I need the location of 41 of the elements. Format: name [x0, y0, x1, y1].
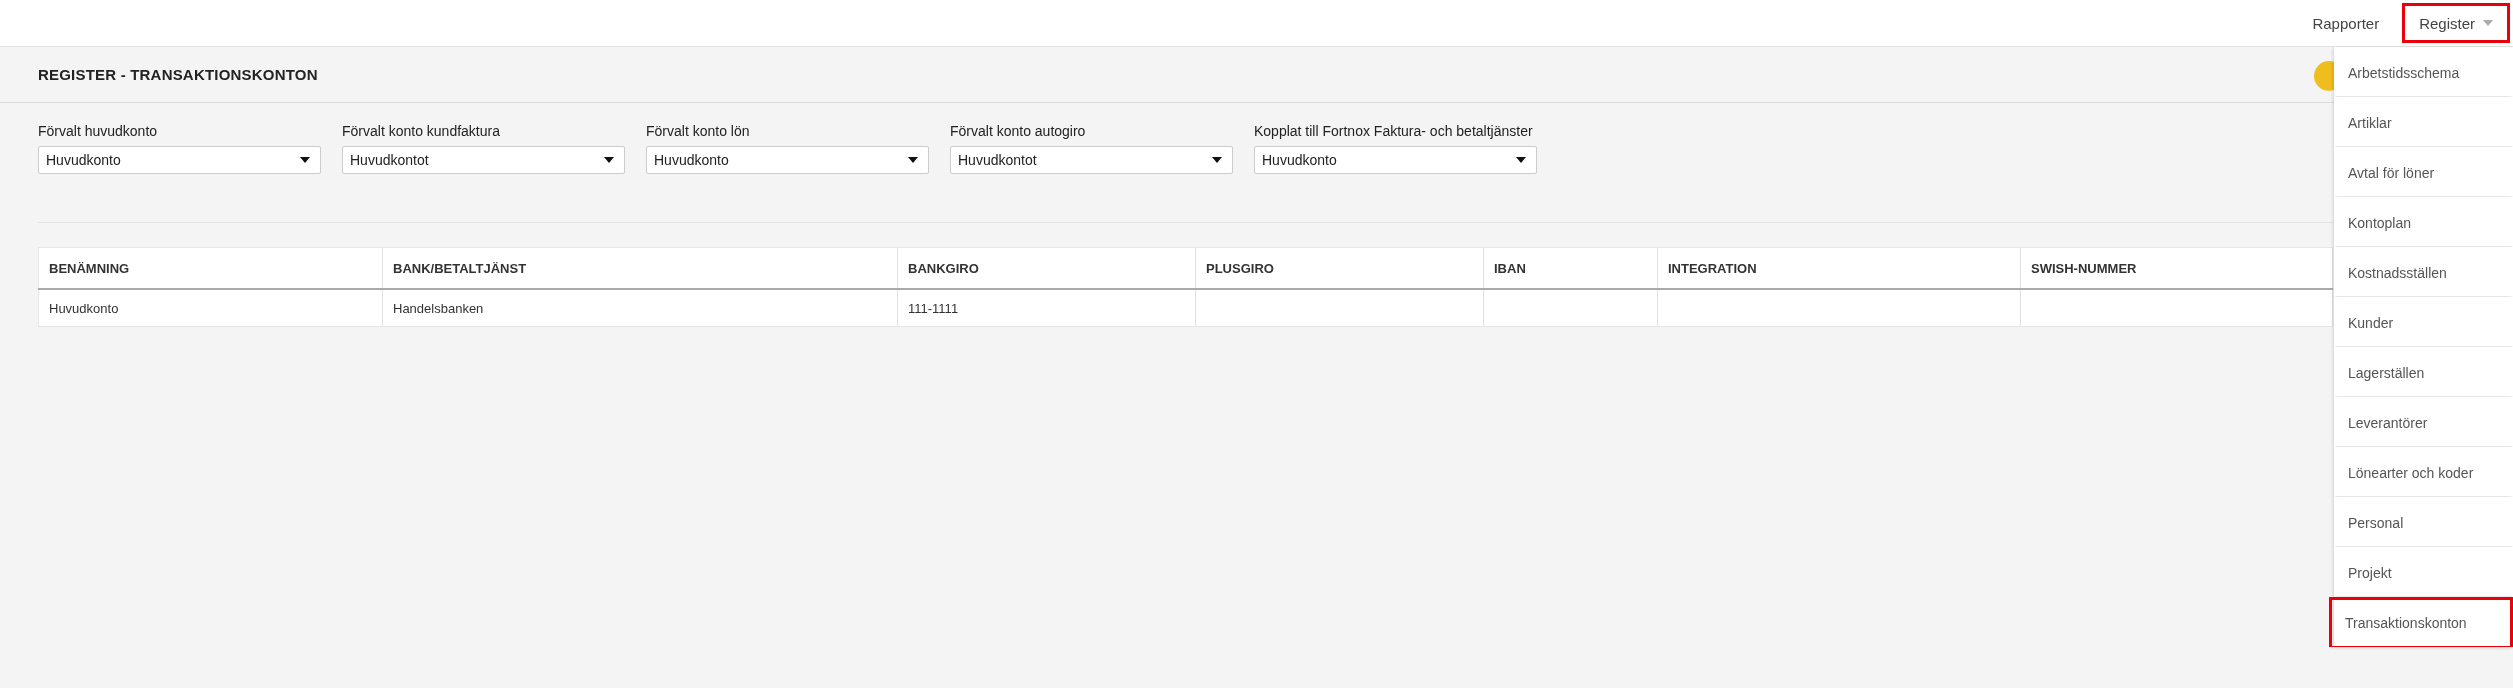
caret-icon: [604, 157, 614, 163]
select-field[interactable]: Huvudkontot: [950, 146, 1233, 174]
column-header[interactable]: BENÄMNING: [38, 247, 383, 289]
menu-item[interactable]: Lönearter och koder: [2334, 447, 2513, 497]
column-header[interactable]: SWISH-NUMMER: [2020, 247, 2333, 289]
select-field[interactable]: Huvudkonto: [1254, 146, 1537, 174]
field-label: Förvalt konto autogiro: [950, 123, 1087, 139]
menu-item[interactable]: Leverantörer: [2334, 397, 2513, 447]
menu-item[interactable]: Transaktionskonton: [2329, 597, 2513, 647]
select-field[interactable]: Huvudkontot: [342, 146, 625, 174]
menu-item[interactable]: Kostnadsställen: [2334, 247, 2513, 297]
field-label: Förvalt konto kundfaktura: [342, 123, 501, 139]
column-header[interactable]: BANKGIRO: [897, 247, 1196, 289]
caret-icon: [908, 157, 918, 163]
field-label: Kopplat till Fortnox Faktura- och betaltjänster: [1254, 123, 1534, 139]
nav-dropdown[interactable]: Register: [2402, 3, 2510, 43]
menu-item[interactable]: Lagerställen: [2334, 347, 2513, 397]
column-header[interactable]: BANK/BETALTJÄNST: [382, 247, 898, 289]
nav-link[interactable]: Rapporter: [2295, 3, 2397, 43]
field-label: Förvalt konto lön: [646, 123, 751, 139]
menu-item[interactable]: Avtal för löner: [2334, 147, 2513, 197]
table-cell: Handelsbanken: [382, 289, 898, 327]
menu-item[interactable]: Projekt: [2334, 547, 2513, 597]
menu-item[interactable]: Personal: [2334, 497, 2513, 547]
select-field[interactable]: Huvudkonto: [38, 146, 321, 174]
menu-item[interactable]: Arbetstidsschema: [2334, 47, 2513, 97]
column-header[interactable]: PLUSGIRO: [1195, 247, 1484, 289]
caret-icon: [2483, 20, 2493, 26]
caret-icon: [1516, 157, 1526, 163]
menu-item[interactable]: Kontoplan: [2334, 197, 2513, 247]
field-label: Förvalt huvudkonto: [38, 123, 159, 139]
select-field[interactable]: Huvudkonto: [646, 146, 929, 174]
menu-item[interactable]: Kunder: [2334, 297, 2513, 347]
column-header[interactable]: INTEGRATION: [1657, 247, 2021, 289]
table-cell: 111-1111: [897, 289, 1196, 327]
table-cell: Huvudkonto: [38, 289, 383, 327]
caret-icon: [1212, 157, 1222, 163]
menu-item[interactable]: Artiklar: [2334, 97, 2513, 147]
column-header[interactable]: IBAN: [1483, 247, 1658, 289]
page-title: REGISTER - TRANSAKTIONSKONTON: [38, 66, 318, 83]
caret-icon: [300, 157, 310, 163]
